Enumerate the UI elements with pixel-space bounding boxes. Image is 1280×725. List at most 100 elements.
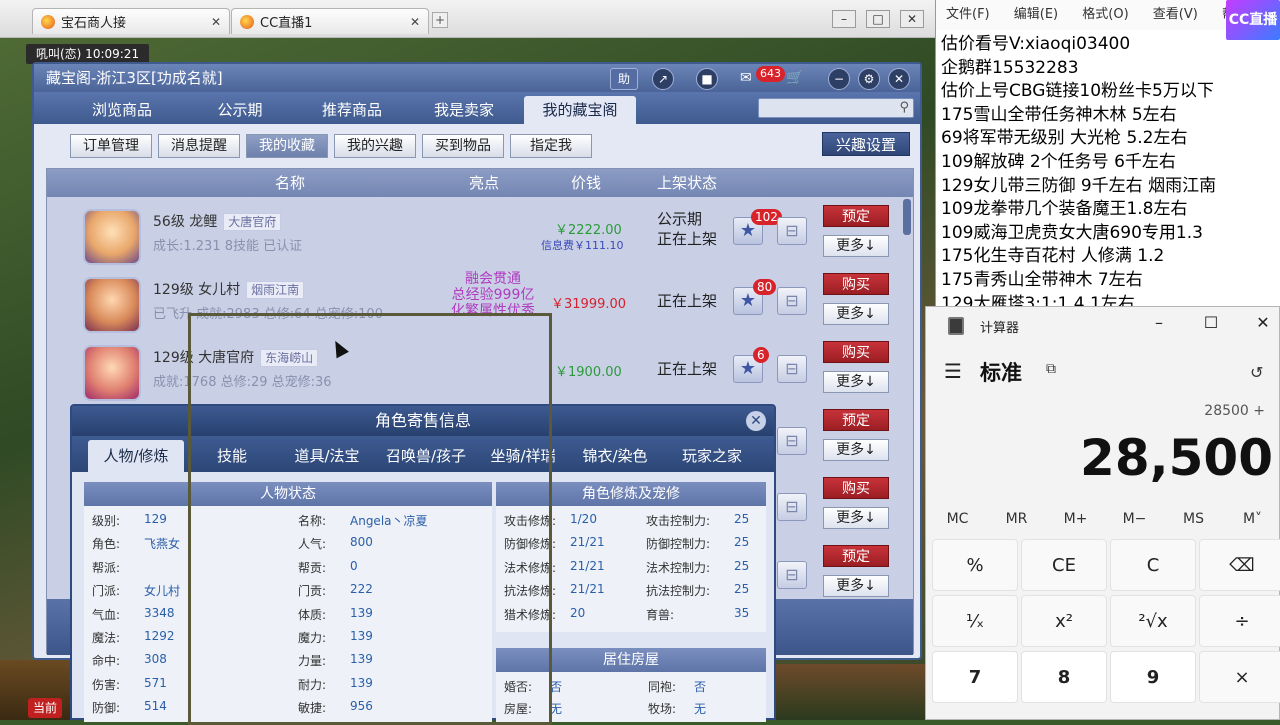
reserve-button[interactable]: 预定: [823, 545, 889, 567]
digit-key[interactable]: 9: [1110, 651, 1196, 703]
more-button[interactable]: 更多↓: [823, 235, 889, 257]
more-button[interactable]: 更多↓: [823, 439, 889, 461]
kv-row: 房屋: 无: [504, 700, 562, 717]
sub-bought[interactable]: 买到物品: [422, 134, 504, 158]
kv-value: 139: [350, 605, 373, 620]
close-icon[interactable]: ✕: [410, 15, 420, 29]
digit-key[interactable]: 8: [1021, 651, 1107, 703]
kv-key: 力量:: [298, 654, 327, 669]
nav-seller[interactable]: 我是卖家: [408, 96, 520, 124]
more-button[interactable]: 更多↓: [823, 303, 889, 325]
nav-public[interactable]: 公示期: [184, 96, 296, 124]
buy-button[interactable]: 购买: [823, 341, 889, 363]
gear-icon[interactable]: ⚙: [858, 68, 880, 90]
nav-my-cbg[interactable]: 我的藏宝阁: [524, 96, 636, 124]
tab-outfits[interactable]: 锦衣/染色: [570, 440, 660, 472]
operator-key[interactable]: ×: [1199, 651, 1280, 703]
kv-row: 猎术修炼: 20: [504, 606, 585, 623]
table-row[interactable]: 129级 大唐官府 东海崂山 成就:1768 总修:29 总宠修:36 ￥1900…: [47, 335, 903, 401]
hamburger-menu-icon[interactable]: ☰: [944, 359, 962, 383]
notepad-text[interactable]: 估价看号V:xiaoqi03400 企鹅群15532283 估价上号CBG链接10粉…: [941, 33, 1276, 310]
operator-key[interactable]: x²: [1021, 595, 1107, 647]
sub-orders[interactable]: 订单管理: [70, 134, 152, 158]
digit-key[interactable]: 7: [932, 651, 1018, 703]
minimize-button[interactable]: –: [832, 10, 856, 28]
new-tab-button[interactable]: +: [432, 12, 448, 28]
operator-key[interactable]: C: [1110, 539, 1196, 591]
minimize-icon[interactable]: −: [828, 68, 850, 90]
cart-icon[interactable]: ⊟: [777, 355, 807, 383]
stop-icon[interactable]: ■: [696, 68, 718, 90]
cart-icon[interactable]: ⊟: [777, 217, 807, 245]
sub-assigned[interactable]: 指定我: [510, 134, 592, 158]
help-button[interactable]: 助: [610, 68, 638, 90]
operator-key[interactable]: ¹⁄ₓ: [932, 595, 1018, 647]
search-icon[interactable]: ⚲: [899, 100, 909, 115]
memory-button[interactable]: M−: [1105, 511, 1164, 527]
buy-button[interactable]: 购买: [823, 477, 889, 499]
tab-role[interactable]: 人物/修炼: [88, 440, 184, 472]
mail-icon[interactable]: ✉: [740, 70, 752, 86]
cart-icon[interactable]: 🛒: [786, 70, 803, 86]
menu-format[interactable]: 格式(O): [1082, 7, 1128, 22]
close-icon[interactable]: ✕: [211, 15, 221, 29]
close-icon[interactable]: ✕: [746, 411, 766, 431]
cart-icon[interactable]: ⊟: [777, 561, 807, 589]
memory-button[interactable]: MR: [987, 511, 1046, 527]
cart-icon[interactable]: ⊟: [777, 493, 807, 521]
menu-file[interactable]: 文件(F): [946, 7, 990, 22]
sub-favorites[interactable]: 我的收藏: [246, 134, 328, 158]
operator-key[interactable]: %: [932, 539, 1018, 591]
kv-key: 敏捷:: [298, 701, 327, 716]
interest-settings-button[interactable]: 兴趣设置: [822, 132, 910, 156]
tab-home[interactable]: 玩家之家: [664, 440, 760, 472]
operator-key[interactable]: ÷: [1199, 595, 1280, 647]
kv-key: 牧场:: [648, 702, 677, 716]
scrollbar-thumb[interactable]: [903, 199, 911, 235]
kv-value: 20: [570, 605, 586, 620]
search-input[interactable]: ⚲: [758, 98, 914, 118]
sub-messages[interactable]: 消息提醒: [158, 134, 240, 158]
cart-icon[interactable]: ⊟: [777, 287, 807, 315]
tab-skills[interactable]: 技能: [188, 440, 276, 472]
history-icon[interactable]: ↺: [1250, 363, 1263, 382]
table-row[interactable]: 56级 龙鲤 大唐官府 成长:1.231 8技能 已认证 ￥2222.00 信息费…: [47, 199, 903, 265]
kv-row: 力量: 139: [298, 652, 373, 669]
memory-button[interactable]: M+: [1046, 511, 1105, 527]
close-button[interactable]: ✕: [1248, 313, 1278, 332]
share-icon[interactable]: ↗: [652, 68, 674, 90]
more-button[interactable]: 更多↓: [823, 575, 889, 597]
maximize-button[interactable]: □: [866, 10, 890, 28]
table-row[interactable]: 129级 女儿村 烟雨江南 已飞升 成就:2983 总修:64 总宠修:100 融…: [47, 267, 903, 333]
browser-tab-2[interactable]: CC直播1 ✕: [231, 8, 429, 34]
table-header: 名称 亮点 价钱 上架状态: [47, 169, 913, 197]
kv-row: 门派: 女儿村: [92, 582, 180, 599]
nav-recommend[interactable]: 推荐商品: [296, 96, 408, 124]
maximize-button[interactable]: ☐: [1196, 313, 1226, 332]
sub-interests[interactable]: 我的兴趣: [334, 134, 416, 158]
close-icon[interactable]: ✕: [888, 68, 910, 90]
nav-browse[interactable]: 浏览商品: [66, 96, 178, 124]
memory-button[interactable]: MC: [928, 511, 987, 527]
reserve-button[interactable]: 预定: [823, 409, 889, 431]
operator-key[interactable]: ⌫: [1199, 539, 1280, 591]
reserve-button[interactable]: 预定: [823, 205, 889, 227]
keep-on-top-icon[interactable]: ⧉: [1046, 361, 1056, 377]
menu-edit[interactable]: 编辑(E): [1014, 7, 1058, 22]
menu-view[interactable]: 查看(V): [1153, 7, 1198, 22]
minimize-button[interactable]: –: [1144, 313, 1174, 332]
tab-mounts[interactable]: 坐骑/祥瑞: [478, 440, 568, 472]
current-button[interactable]: 当前: [28, 698, 62, 718]
more-button[interactable]: 更多↓: [823, 507, 889, 529]
cart-icon[interactable]: ⊟: [777, 427, 807, 455]
tab-items[interactable]: 道具/法宝: [280, 440, 374, 472]
memory-button[interactable]: M˅: [1223, 511, 1280, 527]
more-button[interactable]: 更多↓: [823, 371, 889, 393]
operator-key[interactable]: CE: [1021, 539, 1107, 591]
operator-key[interactable]: ²√x: [1110, 595, 1196, 647]
memory-button[interactable]: MS: [1164, 511, 1223, 527]
close-window-button[interactable]: ✕: [900, 10, 924, 28]
tab-pets[interactable]: 召唤兽/孩子: [376, 440, 476, 472]
browser-tab-1[interactable]: 宝石商人接 ✕: [32, 8, 230, 34]
buy-button[interactable]: 购买: [823, 273, 889, 295]
